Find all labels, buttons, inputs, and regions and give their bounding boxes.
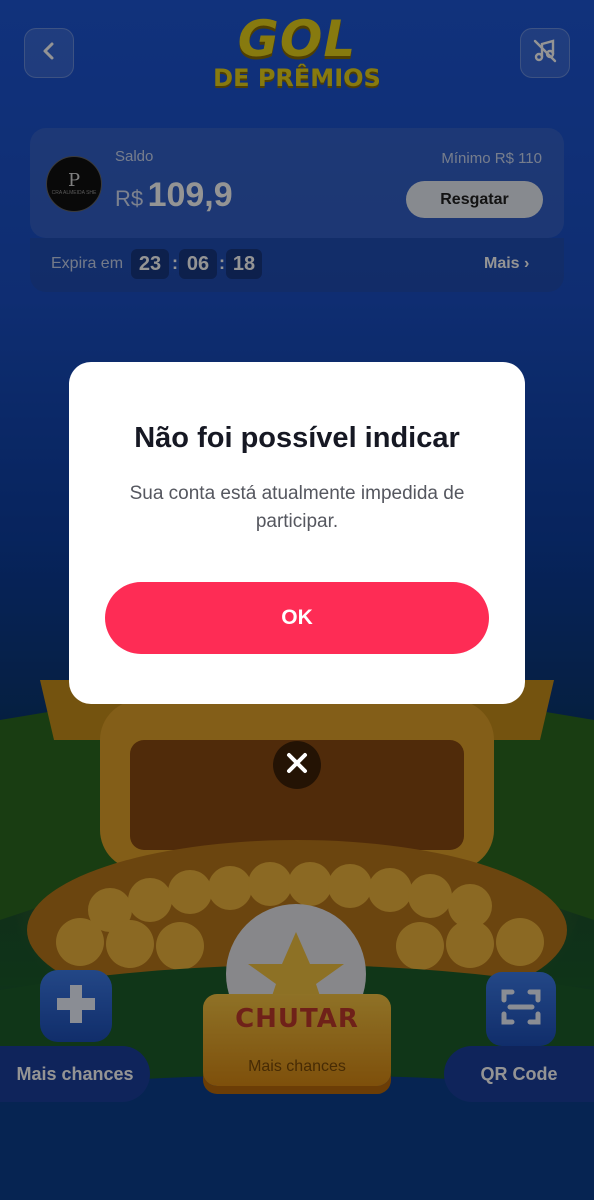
close-button[interactable] <box>273 741 321 789</box>
error-dialog: Não foi possível indicar Sua conta está … <box>69 362 525 704</box>
ok-button[interactable]: OK <box>105 582 489 654</box>
close-icon <box>286 752 308 779</box>
dialog-title: Não foi possível indicar <box>134 422 460 454</box>
dialog-message: Sua conta está atualmente impedida de pa… <box>129 483 465 532</box>
